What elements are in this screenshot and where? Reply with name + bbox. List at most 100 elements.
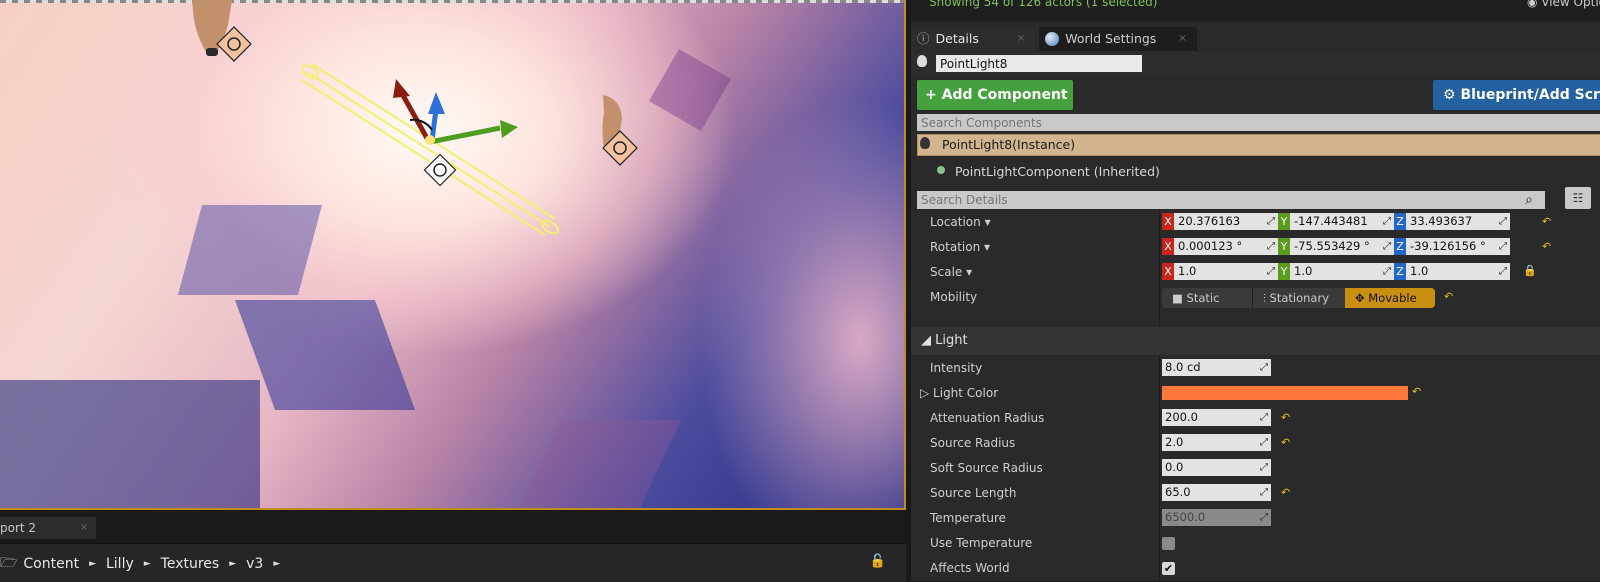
tab-world-settings-label: World Settings bbox=[1065, 31, 1157, 46]
actor-name-bar bbox=[911, 52, 1600, 76]
translate-gizmo[interactable] bbox=[393, 79, 518, 145]
chevron-right-icon[interactable]: ► bbox=[229, 559, 236, 569]
rotation-z-input[interactable]: -39.126156 ° ⤢ bbox=[1406, 238, 1510, 255]
property-matrix-icon[interactable]: ☷ bbox=[1565, 187, 1591, 209]
attenuation-radius-input[interactable]: 200.0 ⤢ bbox=[1162, 409, 1271, 426]
scale-y-input[interactable]: 1.0 ⤢ bbox=[1290, 263, 1394, 280]
blueprint-button-label: Blueprint/Add Scrip bbox=[1460, 87, 1600, 103]
property-label: Source Length bbox=[930, 486, 1017, 500]
reset-to-default-icon[interactable]: ↶ bbox=[1281, 436, 1290, 449]
pointlight-actor-icon[interactable] bbox=[192, 0, 252, 62]
property-label: Mobility bbox=[930, 290, 978, 304]
close-icon[interactable]: × bbox=[1178, 27, 1186, 51]
property-label[interactable]: ▷ Light Color bbox=[920, 386, 998, 400]
unlock-icon[interactable]: 🔓 bbox=[870, 554, 886, 569]
soft-source-radius-input[interactable]: 0.0 ⤢ bbox=[1162, 459, 1271, 476]
mobility-static-button[interactable]: ■ Static bbox=[1162, 288, 1252, 308]
property-row-use-temperature: Use Temperature bbox=[911, 531, 1600, 556]
axis-y-label: Y bbox=[1278, 238, 1290, 255]
reset-to-default-icon[interactable]: ↶ bbox=[1412, 385, 1421, 398]
add-component-button[interactable]: + Add Component ▾ bbox=[917, 80, 1073, 133]
property-row-intensity: Intensity 8.0 cd ⤢ bbox=[911, 356, 1600, 381]
tab-world-settings[interactable]: World Settings × bbox=[1039, 27, 1197, 51]
reset-to-default-icon[interactable]: ↶ bbox=[1542, 215, 1551, 228]
source-radius-value: 2.0 bbox=[1165, 435, 1184, 449]
source-length-input[interactable]: 65.0 ⤢ bbox=[1162, 484, 1271, 501]
breadcrumb-content[interactable]: Content bbox=[23, 556, 79, 572]
expand-arrows-icon: ⤢ bbox=[1499, 266, 1507, 277]
breadcrumb-textures[interactable]: Textures bbox=[161, 556, 220, 572]
search-components-input[interactable] bbox=[917, 114, 1600, 131]
property-row-attenuation-radius: Attenuation Radius 200.0 ⤢ ↶ bbox=[911, 406, 1600, 431]
component-tree-instance-row[interactable]: PointLight8(Instance) bbox=[917, 134, 1600, 156]
level-viewport[interactable] bbox=[0, 0, 906, 510]
lock-icon[interactable]: 🔒 bbox=[1523, 264, 1537, 277]
viewport-gizmos[interactable] bbox=[0, 0, 906, 510]
mobility-movable-button[interactable]: ✥ Movable bbox=[1345, 288, 1435, 308]
property-label: Attenuation Radius bbox=[930, 411, 1045, 425]
property-label[interactable]: Rotation ▾ bbox=[930, 240, 990, 254]
search-icon[interactable]: ⌕ bbox=[1520, 191, 1538, 209]
scale-x-value: 1.0 bbox=[1178, 264, 1197, 278]
view-options-label: View Optio bbox=[1541, 0, 1600, 9]
expand-arrows-icon: ⤢ bbox=[1499, 216, 1507, 227]
location-z-value: 33.493637 bbox=[1410, 214, 1473, 228]
reset-to-default-icon[interactable]: ↶ bbox=[1281, 411, 1290, 424]
close-icon[interactable]: × bbox=[1017, 27, 1025, 51]
scale-y-value: 1.0 bbox=[1294, 264, 1313, 278]
expand-arrows-icon: ⤢ bbox=[1260, 487, 1268, 498]
reset-to-default-icon[interactable]: ↶ bbox=[1542, 240, 1551, 253]
location-x-input[interactable]: 20.376163 ⤢ bbox=[1174, 213, 1278, 230]
reset-to-default-icon[interactable]: ↶ bbox=[1281, 486, 1290, 499]
lightbulb-icon bbox=[917, 55, 927, 67]
expand-arrows-icon: ⤢ bbox=[1383, 241, 1391, 252]
chevron-right-icon[interactable]: ► bbox=[144, 559, 151, 569]
axis-y-label: Y bbox=[1278, 213, 1290, 230]
intensity-input[interactable]: 8.0 cd ⤢ bbox=[1162, 359, 1271, 376]
view-options-button[interactable]: ◉ View Optio bbox=[1527, 0, 1600, 9]
pointlight-actor-icon[interactable] bbox=[602, 95, 638, 166]
mobility-stationary-label: Stationary bbox=[1269, 291, 1329, 305]
mobility-static-label: Static bbox=[1186, 291, 1220, 305]
tab-details[interactable]: ⓘ Details × bbox=[911, 27, 1036, 51]
close-icon[interactable]: × bbox=[80, 517, 88, 539]
component-tree-item[interactable]: PointLightComponent (Inherited) bbox=[917, 160, 1600, 184]
tab-viewport-2[interactable]: port 2 × bbox=[0, 517, 96, 539]
search-details-input[interactable] bbox=[917, 191, 1545, 209]
scale-z-input[interactable]: 1.0 ⤢ bbox=[1406, 263, 1510, 280]
location-y-input[interactable]: -147.443481 ⤢ bbox=[1290, 213, 1394, 230]
reset-to-default-icon[interactable]: ↶ bbox=[1444, 290, 1453, 303]
blueprint-add-script-button[interactable]: ⚙ Blueprint/Add Scrip bbox=[1433, 80, 1600, 110]
folder-open-icon[interactable]: 🗁 bbox=[0, 552, 17, 576]
light-color-swatch[interactable] bbox=[1162, 386, 1408, 400]
rotation-x-input[interactable]: 0.000123 ° ⤢ bbox=[1174, 238, 1278, 255]
rotation-y-input[interactable]: -75.553429 ° ⤢ bbox=[1290, 238, 1394, 255]
property-label: Source Radius bbox=[930, 436, 1016, 450]
light-category-header[interactable]: ◢ Light bbox=[911, 327, 1600, 355]
info-icon: ⓘ bbox=[917, 31, 930, 46]
property-label[interactable]: Scale ▾ bbox=[930, 265, 972, 279]
actor-name-input[interactable] bbox=[936, 55, 1142, 72]
tab-details-label: Details bbox=[935, 31, 979, 46]
breadcrumb-v3[interactable]: v3 bbox=[246, 556, 263, 572]
static-icon: ■ bbox=[1172, 291, 1187, 305]
source-radius-input[interactable]: 2.0 ⤢ bbox=[1162, 434, 1271, 451]
chevron-right-icon[interactable]: ► bbox=[273, 559, 280, 569]
property-row-source-length: Source Length 65.0 ⤢ ↶ bbox=[911, 481, 1600, 506]
use-temperature-checkbox[interactable] bbox=[1162, 537, 1175, 550]
light-category-label: ◢ Light bbox=[921, 333, 968, 348]
light-component-icon bbox=[937, 166, 945, 174]
scale-x-input[interactable]: 1.0 ⤢ bbox=[1174, 263, 1278, 280]
breadcrumb-lilly[interactable]: Lilly bbox=[106, 556, 134, 572]
location-z-input[interactable]: 33.493637 ⤢ bbox=[1406, 213, 1510, 230]
expand-arrows-icon: ⤢ bbox=[1383, 266, 1391, 277]
chevron-right-icon[interactable]: ► bbox=[89, 559, 96, 569]
selected-light-icon[interactable] bbox=[423, 153, 457, 187]
scale-vector: X 1.0 ⤢ Y 1.0 ⤢ Z 1.0 ⤢ bbox=[1162, 263, 1510, 280]
affects-world-checkbox[interactable]: ✔ bbox=[1162, 562, 1175, 575]
property-label[interactable]: Location ▾ bbox=[930, 215, 991, 229]
mobility-stationary-button[interactable]: ⫶ Stationary bbox=[1252, 288, 1345, 308]
content-browser-pathbar: 🗁 Content ► Lilly ► Textures ► v3 ► 🔓 bbox=[0, 543, 906, 582]
axis-x-label: X bbox=[1162, 238, 1174, 255]
expand-arrows-icon: ⤢ bbox=[1267, 266, 1275, 277]
